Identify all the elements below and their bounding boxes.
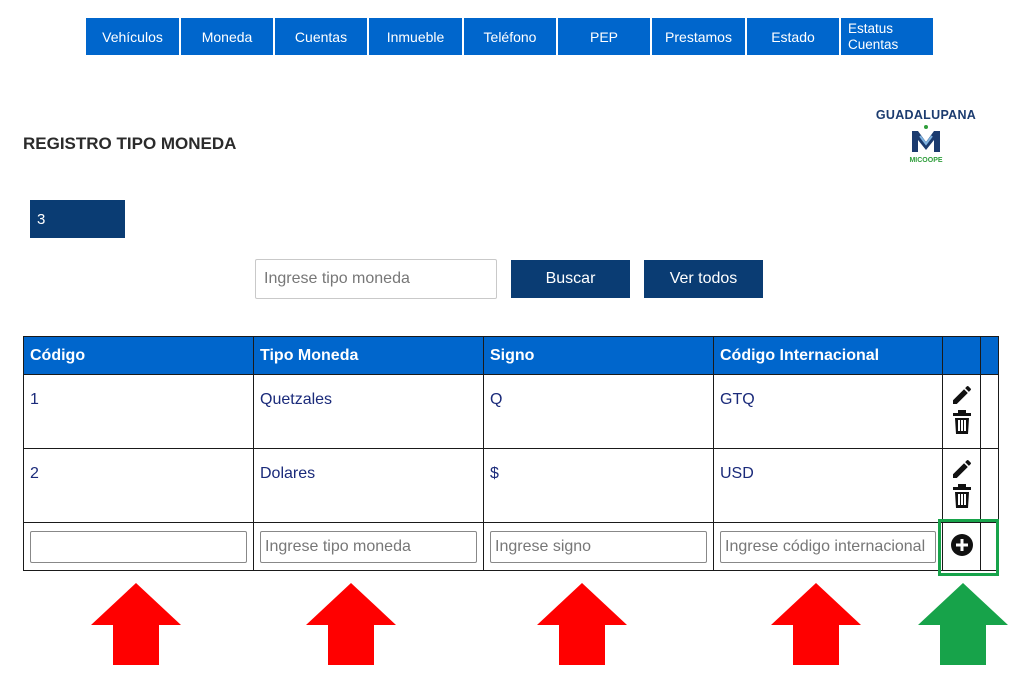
- table-header-row: Código Tipo Moneda Signo Código Internac…: [23, 336, 999, 375]
- trash-icon[interactable]: [951, 483, 973, 509]
- table-row: 2 Dolares $ USD: [23, 448, 999, 523]
- red-arrow-icon: [537, 583, 627, 665]
- header-tipo-moneda: Tipo Moneda: [253, 336, 484, 375]
- search-input[interactable]: [255, 259, 497, 299]
- cell-signo: Q: [483, 374, 714, 449]
- red-arrow-icon: [771, 583, 861, 665]
- nav-item-estado[interactable]: Estado: [747, 18, 839, 55]
- row-extra: [980, 374, 999, 449]
- new-signo-input[interactable]: [490, 530, 707, 563]
- cell-internacional: GTQ: [713, 374, 943, 449]
- row-extra: [980, 448, 999, 523]
- header-codigo-internacional: Código Internacional: [713, 336, 943, 375]
- table-row: 1 Quetzales Q GTQ: [23, 374, 999, 449]
- new-tipo-input[interactable]: [260, 530, 477, 563]
- currency-table: Código Tipo Moneda Signo Código Internac…: [23, 336, 999, 571]
- top-nav: Vehículos Moneda Cuentas Inmueble Teléfo…: [86, 18, 935, 55]
- logo-name: GUADALUPANA: [875, 108, 977, 122]
- header-extra: [980, 336, 999, 375]
- header-codigo: Código: [23, 336, 254, 375]
- cell-tipo: Quetzales: [253, 374, 484, 449]
- nav-item-inmueble[interactable]: Inmueble: [369, 18, 462, 55]
- new-internacional-input[interactable]: [720, 530, 936, 563]
- new-signo-cell: [483, 522, 714, 571]
- nav-item-moneda[interactable]: Moneda: [181, 18, 273, 55]
- cell-internacional: USD: [713, 448, 943, 523]
- cell-tipo: Dolares: [253, 448, 484, 523]
- header-actions: [942, 336, 981, 375]
- nav-item-vehiculos[interactable]: Vehículos: [86, 18, 179, 55]
- row-actions: [942, 374, 981, 449]
- red-arrow-icon: [91, 583, 181, 665]
- record-count-badge: 3: [30, 200, 125, 238]
- view-all-button[interactable]: Ver todos: [644, 260, 763, 298]
- new-tipo-cell: [253, 522, 484, 571]
- row-actions: [942, 448, 981, 523]
- new-row: [23, 522, 999, 571]
- cell-signo: $: [483, 448, 714, 523]
- cell-codigo: 2: [23, 448, 254, 523]
- header-signo: Signo: [483, 336, 714, 375]
- pencil-icon[interactable]: [950, 383, 974, 407]
- new-codigo-input[interactable]: [30, 530, 247, 563]
- red-arrow-icon: [306, 583, 396, 665]
- green-arrow-icon: [918, 583, 1008, 665]
- nav-item-label: Estatus Cuentas: [848, 20, 899, 52]
- logo-sub: MICOOPE: [909, 157, 943, 164]
- trash-icon[interactable]: [951, 409, 973, 435]
- new-internacional-cell: [713, 522, 943, 571]
- logo-mark-icon: [866, 124, 986, 159]
- nav-item-cuentas[interactable]: Cuentas: [275, 18, 367, 55]
- logo: GUADALUPANA MICOOPE: [866, 108, 986, 164]
- cell-codigo: 1: [23, 374, 254, 449]
- add-button-highlight: [938, 519, 999, 576]
- nav-item-telefono[interactable]: Teléfono: [464, 18, 556, 55]
- nav-item-prestamos[interactable]: Prestamos: [652, 18, 745, 55]
- pencil-icon[interactable]: [950, 457, 974, 481]
- nav-item-estatus-cuentas[interactable]: Estatus Cuentas: [841, 18, 933, 55]
- search-button[interactable]: Buscar: [511, 260, 630, 298]
- new-codigo-cell: [23, 522, 254, 571]
- page-title: REGISTRO TIPO MONEDA: [23, 134, 237, 153]
- nav-item-pep[interactable]: PEP: [558, 18, 650, 55]
